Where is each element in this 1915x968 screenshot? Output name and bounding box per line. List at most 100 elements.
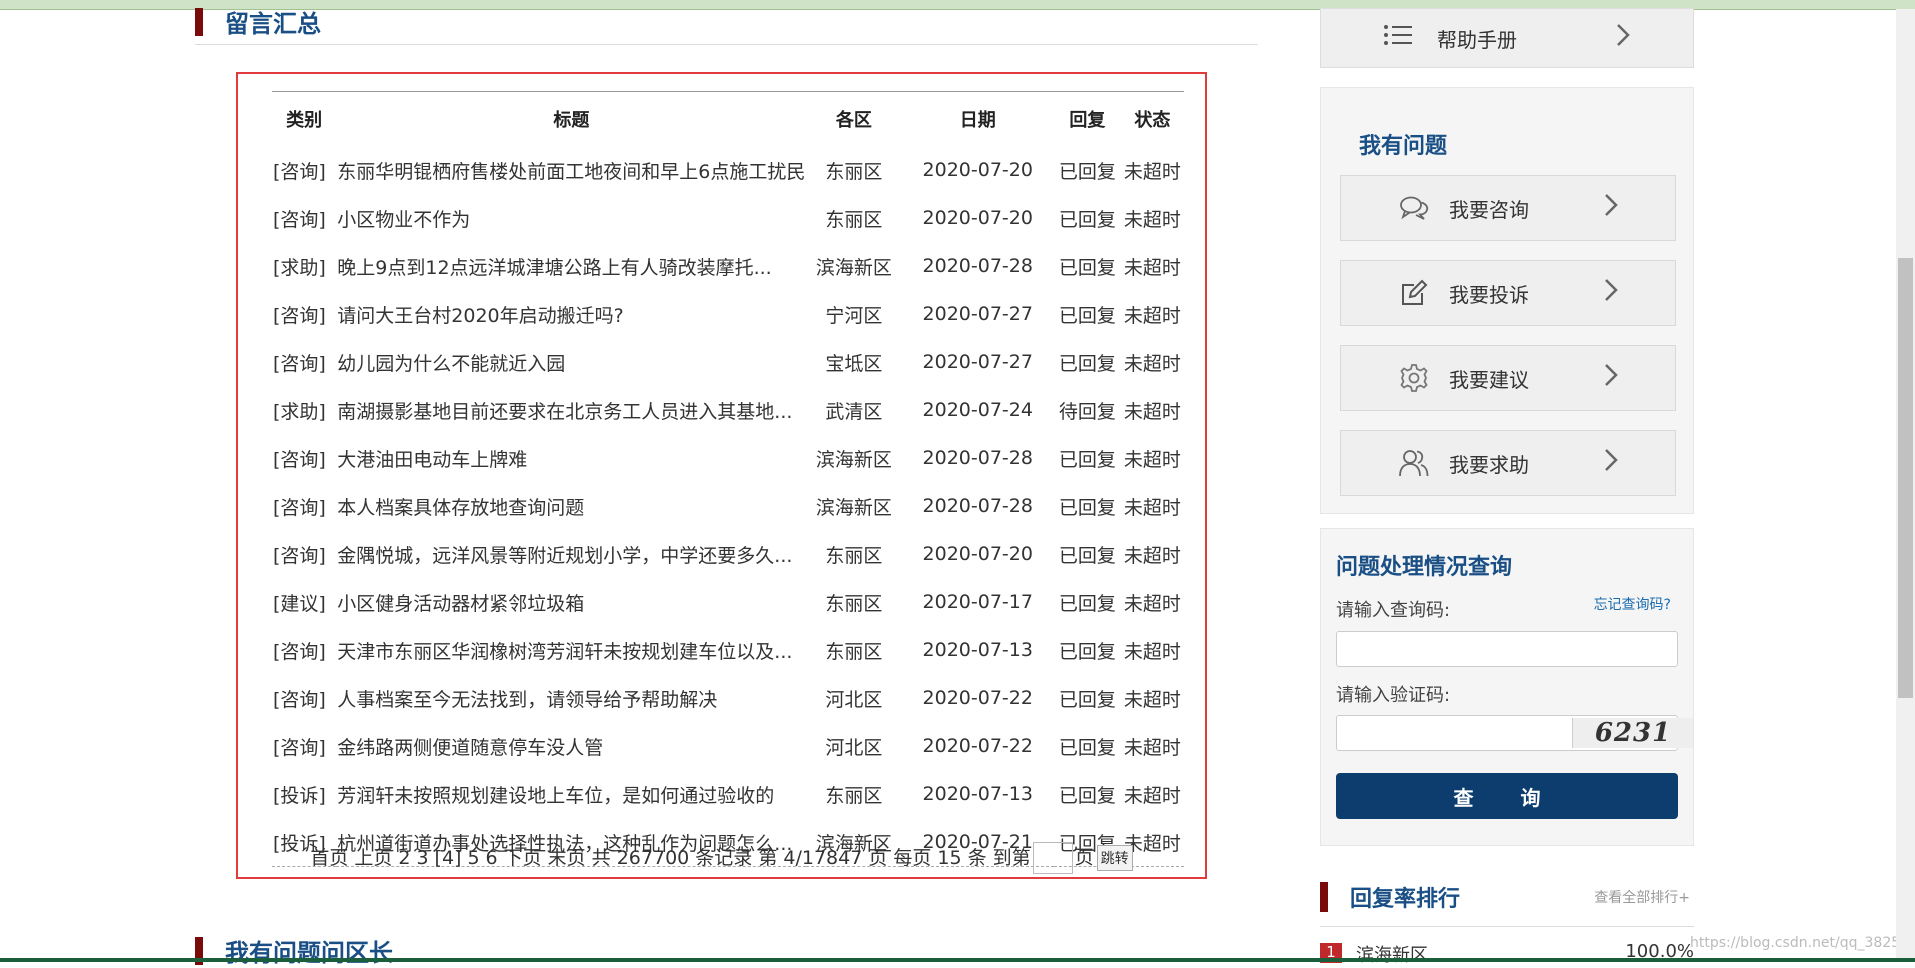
table-row: [建议] 小区健身活动器材紧邻垃圾箱 东丽区 2020-07-17 已回复 未超时 [272,578,1184,626]
row-date: 2020-07-28 [922,255,1033,277]
row-date: 2020-07-27 [922,303,1033,325]
help-request-button[interactable]: 我要求助 [1340,430,1676,496]
rank-district-name[interactable]: 滨海新区 [1356,941,1428,967]
table-row: [投诉] 芳润轩未按照规划建设地上车位，是如何通过验收的 东丽区 2020-07-13… [272,770,1184,818]
row-reply-status: 已回复 [1058,784,1116,807]
forgot-code-link[interactable]: 忘记查询码? [1594,594,1671,614]
row-category: [求助] [273,400,326,423]
row-date: 2020-07-28 [922,447,1033,469]
row-title-link[interactable]: 南湖摄影基地目前还要求在北京务工人员进入其基地... [336,386,806,434]
row-district: 东丽区 [825,784,883,807]
section-divider [195,44,1258,45]
row-category: [咨询] [273,544,326,567]
page-number-input[interactable] [1032,842,1073,874]
message-list-panel: 类别 标题 各区 日期 回复 状态 [咨询] 东丽华明锟栖府售楼处前面工地夜间和早… [236,72,1207,879]
scrollbar-thumb[interactable] [1898,258,1913,698]
row-district: 武清区 [825,400,883,423]
query-status-box: 问题处理情况查询 请输入查询码: 忘记查询码? 请输入验证码: 6231 查 询 [1320,528,1694,846]
users-icon [1399,448,1429,478]
row-title-link[interactable]: 幼儿园为什么不能就近入园 [336,338,806,386]
row-title-link[interactable]: 本人档案具体存放地查询问题 [336,482,806,530]
row-title-link[interactable]: 请问大王台村2020年启动搬迁吗? [336,290,806,338]
row-reply-status: 已回复 [1058,496,1116,519]
row-title-link[interactable]: 人事档案至今无法找到，请领导给予帮助解决 [336,674,806,722]
pager-page-2[interactable]: 2 [398,847,410,869]
row-district: 东丽区 [825,160,883,183]
section-title-ask-district: 我有问题问区长 [195,933,393,968]
section-title-text[interactable]: 我有问题问区长 [225,933,393,968]
ranking-title: 回复率排行 [1350,887,1461,912]
row-timeout-status: 未超时 [1123,352,1181,375]
table-row: [咨询] 人事档案至今无法找到，请领导给予帮助解决 河北区 2020-07-22 已回复… [272,674,1184,722]
row-district: 东丽区 [825,592,883,615]
row-reply-status: 已回复 [1058,640,1116,663]
pager-page-6[interactable]: 6 [486,847,498,869]
captcha-image[interactable]: 6231 [1572,718,1693,748]
pager-first[interactable]: 首页 [310,847,348,869]
row-timeout-status: 未超时 [1123,304,1181,327]
query-code-label: 请输入查询码: [1336,600,1451,621]
chat-bubbles-icon [1399,193,1429,223]
pager-summary: 共 267700 条记录 第 4/17847 页 每页 15 条 [591,846,987,869]
table-row: [咨询] 请问大王台村2020年启动搬迁吗? 宁河区 2020-07-27 已回复 未超时 [272,290,1184,338]
jump-button[interactable]: 跳转 [1096,845,1133,871]
row-title-link[interactable]: 小区物业不作为 [336,194,806,242]
help-manual-button[interactable]: 帮助手册 [1320,8,1694,68]
pager-page-5[interactable]: 5 [467,847,479,869]
row-district: 滨海新区 [815,496,892,519]
row-reply-status: 已回复 [1058,544,1116,567]
row-date: 2020-07-24 [922,399,1033,421]
row-title-link[interactable]: 芳润轩未按照规划建设地上车位，是如何通过验收的 [336,770,806,818]
gear-icon [1399,363,1429,393]
consult-button[interactable]: 我要咨询 [1340,175,1676,241]
pager-goto-suffix: 页 [1074,846,1094,869]
pager-page-3[interactable]: 3 [416,847,428,869]
row-title-link[interactable]: 金纬路两侧便道随意停车没人管 [336,722,806,770]
chevron-right-icon [1615,21,1631,56]
row-title-link[interactable]: 金隅悦城，远洋风景等附近规划小学，中学还要多久... [336,530,806,578]
pager-last[interactable]: 末页 [548,847,586,869]
ask-title: 我有问题 [1359,134,1448,159]
complaint-label: 我要投诉 [1449,282,1529,307]
table-row: [咨询] 金隅悦城，远洋风景等附近规划小学，中学还要多久... 东丽区 2020-07… [272,530,1184,578]
title-accent-bar [1320,882,1328,912]
row-date: 2020-07-28 [922,495,1033,517]
header-title: 标题 [336,91,807,146]
row-title-link[interactable]: 晚上9点到12点远洋城津塘公路上有人骑改装摩托... [336,242,806,290]
pager-next[interactable]: 下页 [504,847,542,869]
row-reply-status: 已回复 [1058,208,1116,231]
complaint-button[interactable]: 我要投诉 [1340,260,1676,326]
row-title-link[interactable]: 小区健身活动器材紧邻垃圾箱 [336,578,806,626]
row-title-link[interactable]: 东丽华明锟栖府售楼处前面工地夜间和早上6点施工扰民 [336,146,806,194]
row-reply-status: 已回复 [1058,688,1116,711]
row-date: 2020-07-20 [922,207,1033,229]
table-row: [咨询] 小区物业不作为 东丽区 2020-07-20 已回复 未超时 [272,194,1184,242]
bottom-edge-bar [0,958,1915,962]
help-manual-label: 帮助手册 [1437,27,1517,52]
chevron-right-icon [1603,446,1619,481]
table-row: [咨询] 金纬路两侧便道随意停车没人管 河北区 2020-07-22 已回复 未超时 [272,722,1184,770]
row-date: 2020-07-22 [922,735,1033,757]
chevron-right-icon [1603,361,1619,396]
row-timeout-status: 未超时 [1123,688,1181,711]
view-all-ranking-link[interactable]: 查看全部排行+ [1594,887,1690,907]
row-title-link[interactable]: 大港油田电动车上牌难 [336,434,806,482]
pager-current-page: [4] [434,846,462,869]
row-title-link[interactable]: 天津市东丽区华润橡树湾芳润轩未按规划建车位以及... [336,626,806,674]
suggestion-button[interactable]: 我要建议 [1340,345,1676,411]
captcha-input[interactable]: 6231 [1336,715,1693,751]
query-code-input[interactable] [1336,631,1678,667]
table-row: [咨询] 东丽华明锟栖府售楼处前面工地夜间和早上6点施工扰民 东丽区 2020-07-… [272,146,1184,194]
query-submit-button[interactable]: 查 询 [1336,773,1678,819]
row-district: 河北区 [825,736,883,759]
reply-rate-ranking-header: 回复率排行 查看全部排行+ [1320,882,1694,912]
ask-question-box: 我有问题 我要咨询 我要投诉 我要建议 我要求助 [1320,87,1694,514]
table-row: [咨询] 天津市东丽区华润橡树湾芳润轩未按规划建车位以及... 东丽区 2020-07… [272,626,1184,674]
title-accent-bar [195,7,203,36]
row-timeout-status: 未超时 [1123,160,1181,183]
row-reply-status: 已回复 [1058,592,1116,615]
row-date: 2020-07-22 [922,687,1033,709]
row-category: [咨询] [273,688,326,711]
pager-prev[interactable]: 上页 [354,847,392,869]
row-category: [咨询] [273,208,326,231]
